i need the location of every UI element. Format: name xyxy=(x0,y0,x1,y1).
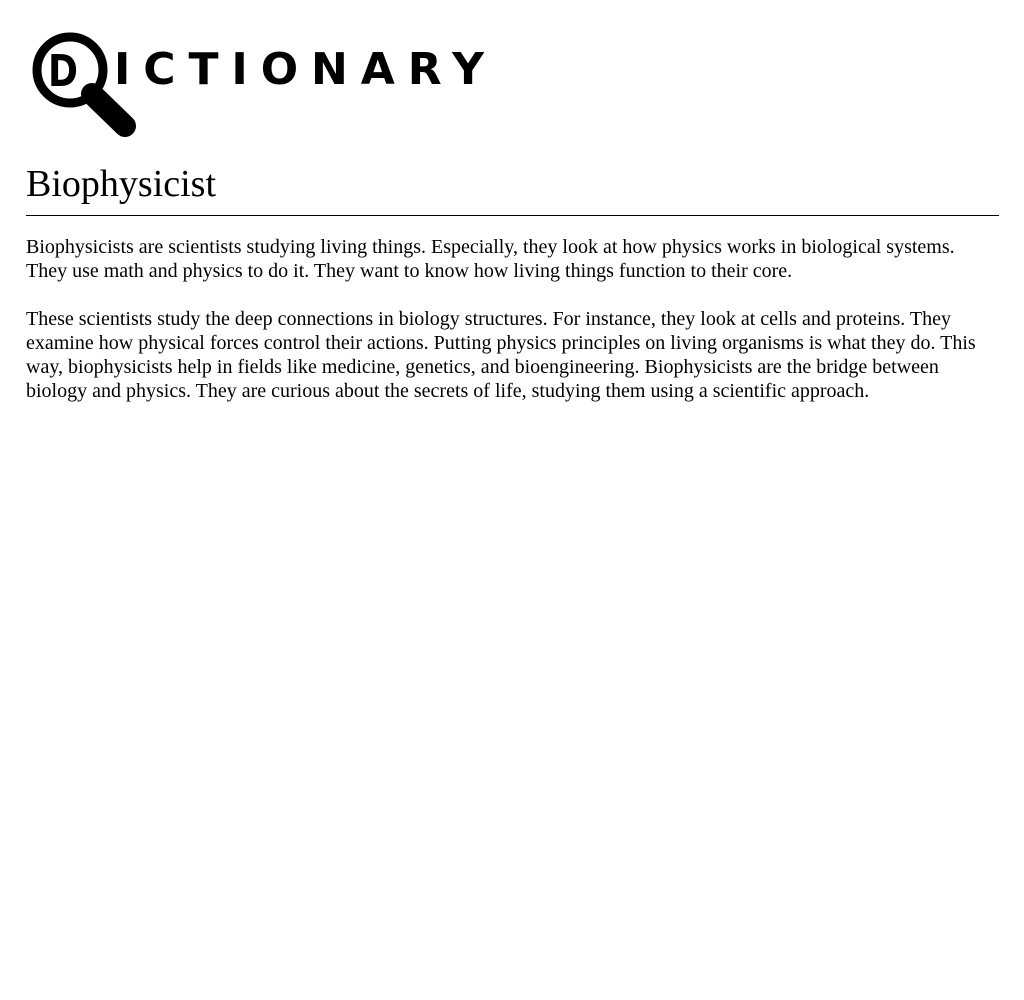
entry-definition: Biophysicists are scientists studying li… xyxy=(26,235,999,427)
svg-text:ICTIONARY: ICTIONARY xyxy=(114,44,485,95)
logo-wordmark: D ICTIONARY xyxy=(48,44,485,97)
definition-paragraph-1: Biophysicists are scientists studying li… xyxy=(26,236,955,282)
entry-title: Biophysicist xyxy=(26,163,217,205)
definition-paragraph-2: These scientists study the deep connecti… xyxy=(26,308,976,402)
dictionary-logo: D ICTIONARY xyxy=(30,28,490,140)
title-divider xyxy=(26,215,999,216)
svg-text:D: D xyxy=(48,46,78,97)
